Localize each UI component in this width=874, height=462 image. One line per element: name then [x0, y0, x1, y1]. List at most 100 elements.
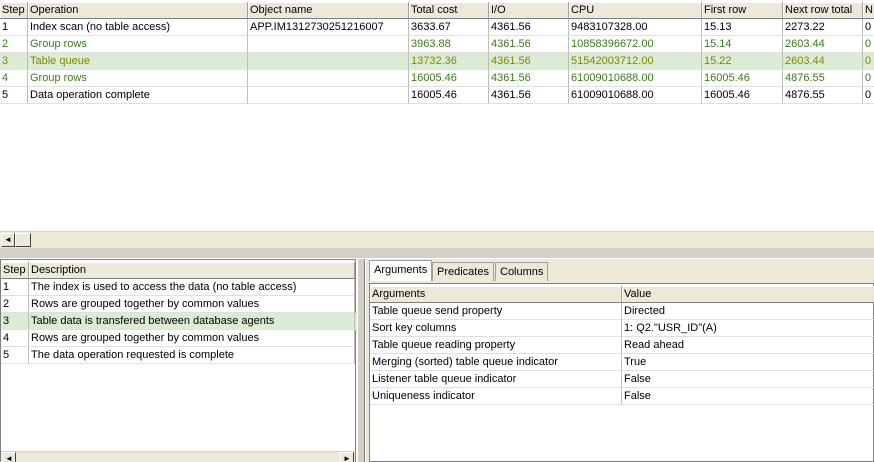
tab-columns[interactable]: Columns — [495, 262, 549, 281]
plan-cell-total-cost: 3633.67 — [409, 19, 489, 36]
scroll-right-icon[interactable]: ► — [340, 452, 354, 462]
description-row[interactable]: 4 Rows are grouped together by common va… — [1, 330, 357, 347]
plan-cell-cpu: 9483107328.00 — [569, 19, 702, 36]
argument-name: Sort key columns — [370, 320, 622, 337]
plan-cell-operation: Table queue — [28, 53, 248, 70]
col-header-step[interactable]: Step — [0, 2, 28, 19]
tab-arguments[interactable]: Arguments — [369, 260, 433, 281]
argument-value: True — [622, 354, 874, 371]
arguments-grid: Arguments Value Table queue send propert… — [369, 283, 874, 462]
argument-row[interactable]: Table queue reading property Read ahead — [370, 337, 874, 354]
argument-name: Table queue send property — [370, 303, 622, 320]
plan-cell-next-row-total: 2603.44 — [783, 53, 863, 70]
col-header-arguments[interactable]: Arguments — [370, 286, 622, 303]
scroll-thumb[interactable] — [15, 233, 31, 247]
argument-value: 1: Q2."USR_ID"(A) — [622, 320, 874, 337]
col-header-step[interactable]: Step — [1, 262, 29, 279]
col-header-description[interactable]: Description — [29, 262, 355, 279]
plan-cell-object-name — [248, 70, 409, 87]
plan-cell-n: 0 — [863, 53, 874, 70]
description-cell-text: Rows are grouped together by common valu… — [29, 330, 355, 347]
plan-cell-object-name — [248, 53, 409, 70]
argument-row[interactable]: Sort key columns 1: Q2."USR_ID"(A) — [370, 320, 874, 337]
col-header-first-row[interactable]: First row — [702, 2, 783, 19]
description-cell-text: The index is used to access the data (no… — [29, 279, 355, 296]
description-grid-header: Step Description — [1, 262, 357, 279]
description-cell-step: 3 — [1, 313, 29, 330]
col-header-n[interactable]: N — [863, 2, 874, 19]
plan-cell-total-cost: 13732.36 — [409, 53, 489, 70]
plan-cell-n: 0 — [863, 87, 874, 104]
plan-cell-next-row-total: 2273.22 — [783, 19, 863, 36]
col-header-next-row-total[interactable]: Next row total — [783, 2, 863, 19]
plan-cell-cpu: 61009010688.00 — [569, 87, 702, 104]
argument-value: Directed — [622, 303, 874, 320]
plan-cell-first-row: 15.13 — [702, 19, 783, 36]
description-row[interactable]: 1 The index is used to access the data (… — [1, 279, 357, 296]
argument-row[interactable]: Merging (sorted) table queue indicator T… — [370, 354, 874, 371]
details-panel: Arguments Predicates Columns Arguments V… — [366, 259, 874, 462]
argument-row[interactable]: Listener table queue indicator False — [370, 371, 874, 388]
plan-cell-total-cost: 16005.46 — [409, 87, 489, 104]
description-cell-step: 1 — [1, 279, 29, 296]
plan-cell-first-row: 15.14 — [702, 36, 783, 53]
plan-cell-operation: Data operation complete — [28, 87, 248, 104]
argument-value: False — [622, 388, 874, 405]
description-cell-step: 4 — [1, 330, 29, 347]
plan-cell-next-row-total: 2603.44 — [783, 36, 863, 53]
description-h-scrollbar[interactable]: ◄ ► — [1, 451, 355, 462]
description-panel: Step Description 1 The index is used to … — [0, 259, 357, 462]
horizontal-splitter[interactable] — [0, 248, 874, 258]
scroll-left-icon[interactable]: ◄ — [1, 233, 15, 247]
plan-row[interactable]: 1 Index scan (no table access) APP.IM131… — [0, 19, 874, 36]
plan-cell-object-name: APP.IM1312730251216007 — [248, 19, 409, 36]
description-cell-step: 2 — [1, 296, 29, 313]
argument-row[interactable]: Table queue send property Directed — [370, 303, 874, 320]
plan-cell-cpu: 10858396672.00 — [569, 36, 702, 53]
plan-cell-step: 4 — [0, 70, 28, 87]
plan-cell-operation: Group rows — [28, 36, 248, 53]
col-header-value[interactable]: Value — [622, 286, 874, 303]
col-header-io[interactable]: I/O — [489, 2, 569, 19]
description-cell-text: Rows are grouped together by common valu… — [29, 296, 355, 313]
argument-value: False — [622, 371, 874, 388]
plan-cell-next-row-total: 4876.55 — [783, 70, 863, 87]
plan-cell-cpu: 51542003712.00 — [569, 53, 702, 70]
tab-predicates[interactable]: Predicates — [432, 262, 494, 281]
plan-cell-n: 0 — [863, 19, 874, 36]
col-header-object-name[interactable]: Object name — [248, 2, 409, 19]
plan-row[interactable]: 4 Group rows 16005.46 4361.56 6100901068… — [0, 70, 874, 87]
description-cell-text: Table data is transfered between databas… — [29, 313, 355, 330]
col-header-total-cost[interactable]: Total cost — [409, 2, 489, 19]
vertical-splitter[interactable] — [357, 259, 365, 462]
plan-cell-first-row: 15.22 — [702, 53, 783, 70]
argument-name: Merging (sorted) table queue indicator — [370, 354, 622, 371]
plan-cell-step: 5 — [0, 87, 28, 104]
plan-cell-object-name — [248, 87, 409, 104]
description-row-selected[interactable]: 3 Table data is transfered between datab… — [1, 313, 357, 330]
plan-cell-n: 0 — [863, 70, 874, 87]
plan-grid-h-scrollbar[interactable]: ◄ — [0, 231, 874, 248]
description-row[interactable]: 2 Rows are grouped together by common va… — [1, 296, 357, 313]
description-cell-text: The data operation requested is complete — [29, 347, 355, 364]
plan-cell-next-row-total: 4876.55 — [783, 87, 863, 104]
argument-name: Listener table queue indicator — [370, 371, 622, 388]
argument-row[interactable]: Uniqueness indicator False — [370, 388, 874, 405]
plan-cell-first-row: 16005.46 — [702, 87, 783, 104]
argument-name: Uniqueness indicator — [370, 388, 622, 405]
col-header-operation[interactable]: Operation — [28, 2, 248, 19]
description-row[interactable]: 5 The data operation requested is comple… — [1, 347, 357, 364]
scroll-left-icon[interactable]: ◄ — [2, 452, 16, 462]
plan-row-selected[interactable]: 3 Table queue 13732.36 4361.56 515420037… — [0, 53, 874, 70]
plan-row[interactable]: 2 Group rows 3963.88 4361.56 10858396672… — [0, 36, 874, 53]
plan-cell-operation: Group rows — [28, 70, 248, 87]
col-header-cpu[interactable]: CPU — [569, 2, 702, 19]
plan-cell-operation: Index scan (no table access) — [28, 19, 248, 36]
plan-cell-io: 4361.56 — [489, 53, 569, 70]
plan-row[interactable]: 5 Data operation complete 16005.46 4361.… — [0, 87, 874, 104]
plan-cell-io: 4361.56 — [489, 87, 569, 104]
plan-cell-io: 4361.56 — [489, 19, 569, 36]
plan-cell-io: 4361.56 — [489, 36, 569, 53]
description-cell-step: 5 — [1, 347, 29, 364]
plan-cell-cpu: 61009010688.00 — [569, 70, 702, 87]
